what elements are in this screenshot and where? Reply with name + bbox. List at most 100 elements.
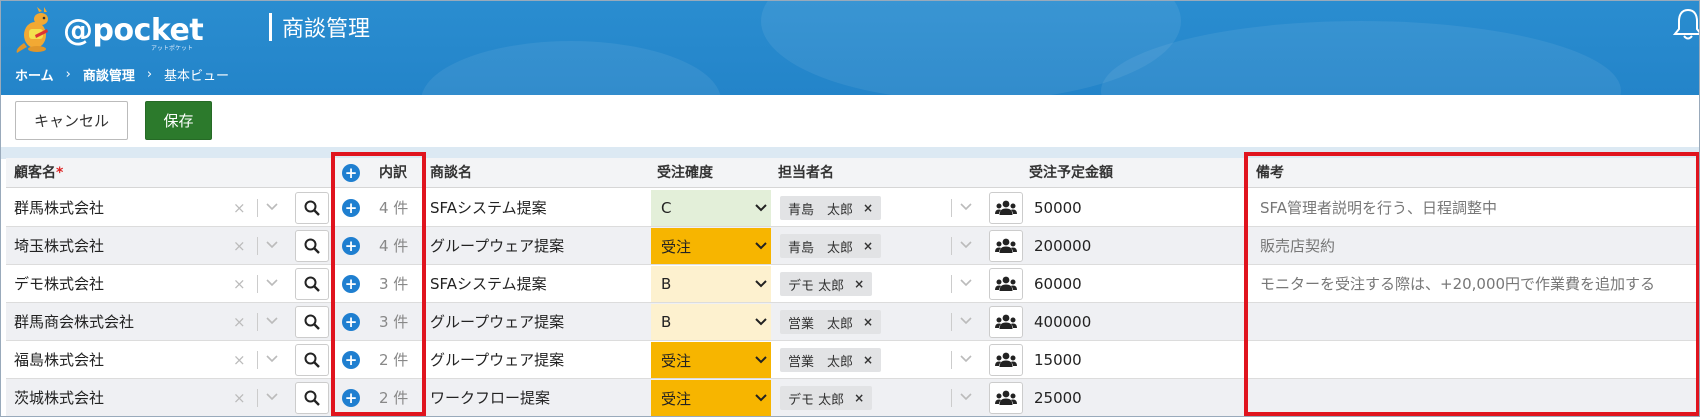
customer-select[interactable]: デモ株式会社 (14, 265, 234, 302)
note-value[interactable]: 販売店契約 (1260, 227, 1335, 264)
probability-select[interactable]: B (651, 266, 771, 302)
add-breakdown-icon[interactable]: + (342, 237, 360, 255)
user-picker-button[interactable] (989, 382, 1023, 414)
search-icon (304, 390, 320, 406)
customer-select[interactable]: 福島株式会社 (14, 341, 234, 378)
probability-select[interactable]: 受注 (651, 380, 771, 416)
chevron-down-icon[interactable] (959, 236, 973, 258)
clear-icon[interactable]: × (233, 199, 246, 217)
chevron-down-icon[interactable] (265, 388, 279, 410)
amount-value[interactable]: 15000 (1034, 341, 1082, 378)
remove-owner-icon[interactable]: × (863, 315, 873, 329)
add-breakdown-icon[interactable]: + (342, 313, 360, 331)
search-button[interactable] (295, 344, 329, 376)
amount-value[interactable]: 60000 (1034, 265, 1082, 302)
header-deal[interactable]: 商談名 (430, 158, 472, 188)
probability-select[interactable]: B (651, 304, 771, 340)
remove-owner-icon[interactable]: × (854, 391, 864, 405)
breadcrumb-home[interactable]: ホーム (15, 65, 54, 84)
table-row: 福島株式会社 × +2 件グループウェア提案 受注 営業 太郎 × 15000 (6, 341, 1699, 379)
header-owner[interactable]: 担当者名 (778, 158, 834, 188)
chevron-down-icon[interactable] (265, 350, 279, 372)
owner-chip: デモ 太郎 × (780, 386, 873, 410)
user-picker-button[interactable] (989, 306, 1023, 338)
header-probability[interactable]: 受注確度 (657, 158, 713, 188)
add-breakdown-icon[interactable]: + (342, 199, 360, 217)
header-note[interactable]: 備考 (1256, 158, 1284, 188)
clear-icon[interactable]: × (233, 237, 246, 255)
probability-select[interactable]: 受注 (651, 228, 771, 264)
search-icon (304, 200, 320, 216)
probability-select[interactable]: 受注 (651, 342, 771, 378)
deal-name[interactable]: グループウェア提案 (430, 303, 564, 340)
breakdown-count[interactable]: 3 件 (379, 265, 408, 302)
customer-select[interactable]: 埼玉株式会社 (14, 227, 234, 264)
clear-icon[interactable]: × (233, 351, 246, 369)
amount-value[interactable]: 400000 (1034, 303, 1091, 340)
clear-icon[interactable]: × (233, 389, 246, 407)
chevron-down-icon[interactable] (959, 274, 973, 296)
chevron-down-icon[interactable] (265, 198, 279, 220)
breakdown-count[interactable]: 2 件 (379, 379, 408, 416)
amount-value[interactable]: 25000 (1034, 379, 1082, 416)
users-icon (995, 238, 1017, 254)
chevron-down-icon[interactable] (265, 236, 279, 258)
header-breakdown[interactable]: 内訳 (379, 158, 407, 188)
toolbar: キャンセル 保存 (1, 95, 1699, 147)
note-value[interactable]: SFA管理者説明を行う、日程調整中 (1260, 189, 1497, 226)
clear-icon[interactable]: × (233, 275, 246, 293)
breadcrumb-deals[interactable]: 商談管理 (83, 65, 135, 84)
select-divider (951, 313, 952, 331)
customer-select[interactable]: 群馬株式会社 (14, 189, 234, 226)
save-button[interactable]: 保存 (145, 101, 212, 140)
header-amount[interactable]: 受注予定金額 (1029, 158, 1113, 188)
add-breakdown-icon[interactable]: + (342, 351, 360, 369)
chevron-down-icon[interactable] (959, 350, 973, 372)
cancel-button[interactable]: キャンセル (15, 101, 128, 140)
deal-name[interactable]: SFAシステム提案 (430, 265, 547, 302)
add-breakdown-icon[interactable]: + (342, 389, 360, 407)
chevron-down-icon[interactable] (265, 312, 279, 334)
amount-value[interactable]: 50000 (1034, 189, 1082, 226)
customer-select[interactable]: 群馬商会株式会社 (14, 303, 234, 340)
remove-owner-icon[interactable]: × (863, 239, 873, 253)
user-picker-button[interactable] (989, 230, 1023, 262)
search-button[interactable] (295, 230, 329, 262)
deal-name[interactable]: グループウェア提案 (430, 341, 564, 378)
customer-name: 群馬商会株式会社 (14, 313, 135, 331)
breakdown-count[interactable]: 4 件 (379, 227, 408, 264)
chevron-down-icon[interactable] (959, 388, 973, 410)
breakdown-count[interactable]: 3 件 (379, 303, 408, 340)
app-frame: @pocket アットポケット 商談管理 ホーム › 商談管理 › 基本ビュー … (0, 0, 1700, 417)
header-customer[interactable]: 顧客名* (14, 158, 63, 188)
remove-owner-icon[interactable]: × (863, 353, 873, 367)
search-button[interactable] (295, 306, 329, 338)
breakdown-count[interactable]: 4 件 (379, 189, 408, 226)
deal-name[interactable]: SFAシステム提案 (430, 189, 547, 226)
note-value[interactable]: モニターを受注する際は、+20,000円で作業費を追加する (1260, 265, 1655, 302)
clear-icon[interactable]: × (233, 313, 246, 331)
header-add-icon[interactable]: + (342, 164, 360, 182)
search-button[interactable] (295, 192, 329, 224)
breakdown-count[interactable]: 2 件 (379, 341, 408, 378)
remove-owner-icon[interactable]: × (863, 201, 873, 215)
user-picker-button[interactable] (989, 268, 1023, 300)
probability-select[interactable]: C (651, 190, 771, 226)
deal-name[interactable]: ワークフロー提案 (430, 379, 550, 416)
chevron-down-icon[interactable] (265, 274, 279, 296)
chevron-down-icon (755, 352, 767, 372)
remove-owner-icon[interactable]: × (854, 277, 864, 291)
customer-name: デモ株式会社 (14, 275, 105, 293)
search-button[interactable] (295, 382, 329, 414)
chevron-down-icon[interactable] (959, 312, 973, 334)
search-button[interactable] (295, 268, 329, 300)
add-breakdown-icon[interactable]: + (342, 275, 360, 293)
chevron-down-icon[interactable] (959, 198, 973, 220)
user-picker-button[interactable] (989, 192, 1023, 224)
amount-value[interactable]: 200000 (1034, 227, 1091, 264)
customer-select[interactable]: 茨城株式会社 (14, 379, 234, 416)
probability-value: 受注 (661, 237, 692, 256)
notification-bell-icon[interactable] (1672, 7, 1699, 45)
deal-name[interactable]: グループウェア提案 (430, 227, 564, 264)
user-picker-button[interactable] (989, 344, 1023, 376)
